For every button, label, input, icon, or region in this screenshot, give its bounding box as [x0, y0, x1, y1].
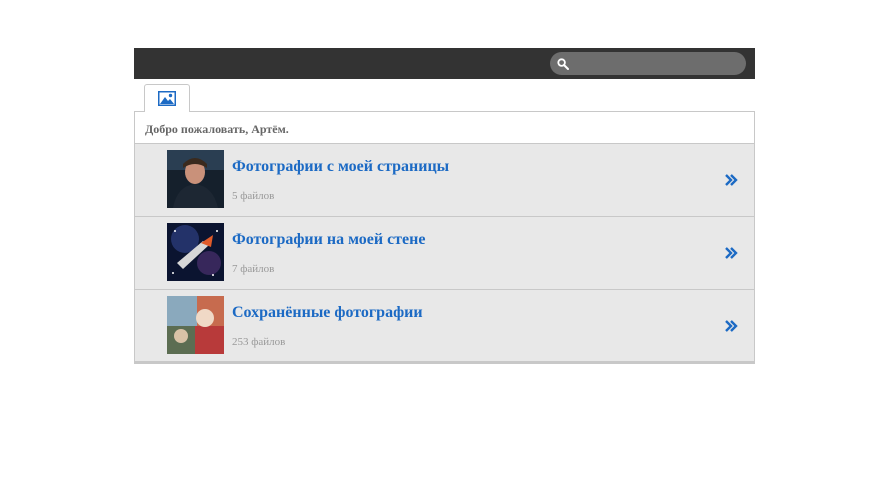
- tab-photos[interactable]: [144, 84, 190, 112]
- album-file-count: 253 файлов: [232, 336, 286, 348]
- album-row-wall[interactable]: Фотографии на моей стене 7 файлов: [135, 217, 754, 290]
- album-file-count: 5 файлов: [232, 190, 275, 202]
- album-title[interactable]: Фотографии с моей страницы: [232, 158, 449, 176]
- album-thumbnail: [167, 296, 224, 354]
- albums-panel: Добро пожаловать, Артём. Фотографии с мо…: [134, 111, 755, 364]
- search-icon: [557, 58, 569, 70]
- album-row-saved[interactable]: Сохранённые фотографии 253 файлов: [135, 290, 754, 363]
- album-row-profile[interactable]: Фотографии с моей страницы 5 файлов: [135, 144, 754, 217]
- top-bar: [134, 48, 755, 79]
- album-title[interactable]: Фотографии на моей стене: [232, 231, 425, 249]
- album-thumbnail: [167, 150, 224, 208]
- chevron-double-right-icon[interactable]: [724, 173, 738, 187]
- chevron-double-right-icon[interactable]: [724, 319, 738, 333]
- album-thumbnail: [167, 223, 224, 281]
- search-box[interactable]: [550, 52, 746, 75]
- album-title[interactable]: Сохранённые фотографии: [232, 304, 423, 322]
- photos-icon: [158, 91, 176, 106]
- album-file-count: 7 файлов: [232, 263, 275, 275]
- chevron-double-right-icon[interactable]: [724, 246, 738, 260]
- search-input[interactable]: [574, 54, 734, 73]
- welcome-message: Добро пожаловать, Артём.: [135, 112, 754, 144]
